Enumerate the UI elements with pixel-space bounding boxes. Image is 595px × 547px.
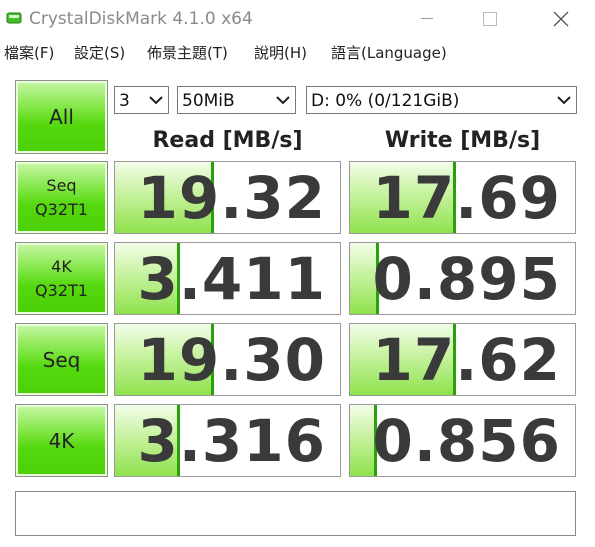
all-button-label: All <box>49 105 74 129</box>
test-label-line1: Seq <box>42 347 81 372</box>
close-button[interactable] <box>538 4 584 34</box>
test-button-4k[interactable]: 4K <box>15 404 108 477</box>
write-result-4k-q32t1: 0.895 <box>349 242 576 315</box>
title-bar: CrystalDiskMark 4.1.0 x64 <box>0 0 595 38</box>
read-result-4k: 3.316 <box>114 404 341 477</box>
read-value: 19.30 <box>137 325 326 394</box>
read-value: 3.411 <box>137 244 326 313</box>
read-result-seq-q32t1: 19.32 <box>114 161 341 234</box>
read-result-4k-q32t1: 3.411 <box>114 242 341 315</box>
read-value: 19.32 <box>137 163 326 232</box>
test-label-line2: Q32T1 <box>35 280 88 300</box>
write-result-4k: 0.856 <box>349 404 576 477</box>
size-select[interactable]: 50MiB <box>177 86 296 114</box>
test-button-4k-q32t1[interactable]: 4K Q32T1 <box>15 242 108 315</box>
read-result-seq: 19.30 <box>114 323 341 396</box>
drive-select[interactable]: D: 0% (0/121GiB) <box>306 86 577 114</box>
chevron-down-icon <box>276 96 290 105</box>
app-icon <box>6 12 22 24</box>
menu-settings[interactable]: 設定(S) <box>74 42 125 63</box>
minimize-button[interactable] <box>404 4 450 34</box>
read-value: 3.316 <box>137 406 326 475</box>
test-label-line2: Q32T1 <box>35 199 88 219</box>
count-value: 3 <box>119 91 130 111</box>
count-select[interactable]: 3 <box>114 86 169 114</box>
maximize-icon <box>483 12 497 26</box>
write-result-seq: 17.62 <box>349 323 576 396</box>
test-label-line1: 4K <box>51 256 72 276</box>
test-label-line1: Seq <box>46 175 77 195</box>
write-value: 17.69 <box>372 163 561 232</box>
menu-file[interactable]: 檔案(F) <box>4 42 54 63</box>
chevron-down-icon <box>557 96 571 105</box>
drive-value: D: 0% (0/121GiB) <box>311 91 460 111</box>
read-header: Read [MB/s] <box>152 128 303 153</box>
write-header: Write [MB/s] <box>384 128 541 153</box>
chevron-down-icon <box>149 96 163 105</box>
menu-help[interactable]: 說明(H) <box>254 42 307 63</box>
close-icon <box>553 11 569 27</box>
menu-language[interactable]: 語言(Language) <box>331 42 447 63</box>
size-value: 50MiB <box>182 91 235 111</box>
window-title: CrystalDiskMark 4.1.0 x64 <box>29 9 253 29</box>
test-label-line1: 4K <box>48 428 75 453</box>
test-button-seq[interactable]: Seq <box>15 323 108 396</box>
minimize-icon <box>421 18 433 19</box>
write-value: 17.62 <box>372 325 561 394</box>
menu-theme[interactable]: 佈景主題(T) <box>147 42 228 63</box>
test-button-seq-q32t1[interactable]: Seq Q32T1 <box>15 161 108 234</box>
comment-field[interactable] <box>15 491 576 536</box>
menu-bar: 檔案(F) 設定(S) 佈景主題(T) 說明(H) 語言(Language) <box>0 38 595 68</box>
all-button[interactable]: All <box>15 80 108 154</box>
write-result-seq-q32t1: 17.69 <box>349 161 576 234</box>
maximize-button[interactable] <box>467 4 513 34</box>
write-value: 0.895 <box>372 244 561 313</box>
write-value: 0.856 <box>372 406 561 475</box>
